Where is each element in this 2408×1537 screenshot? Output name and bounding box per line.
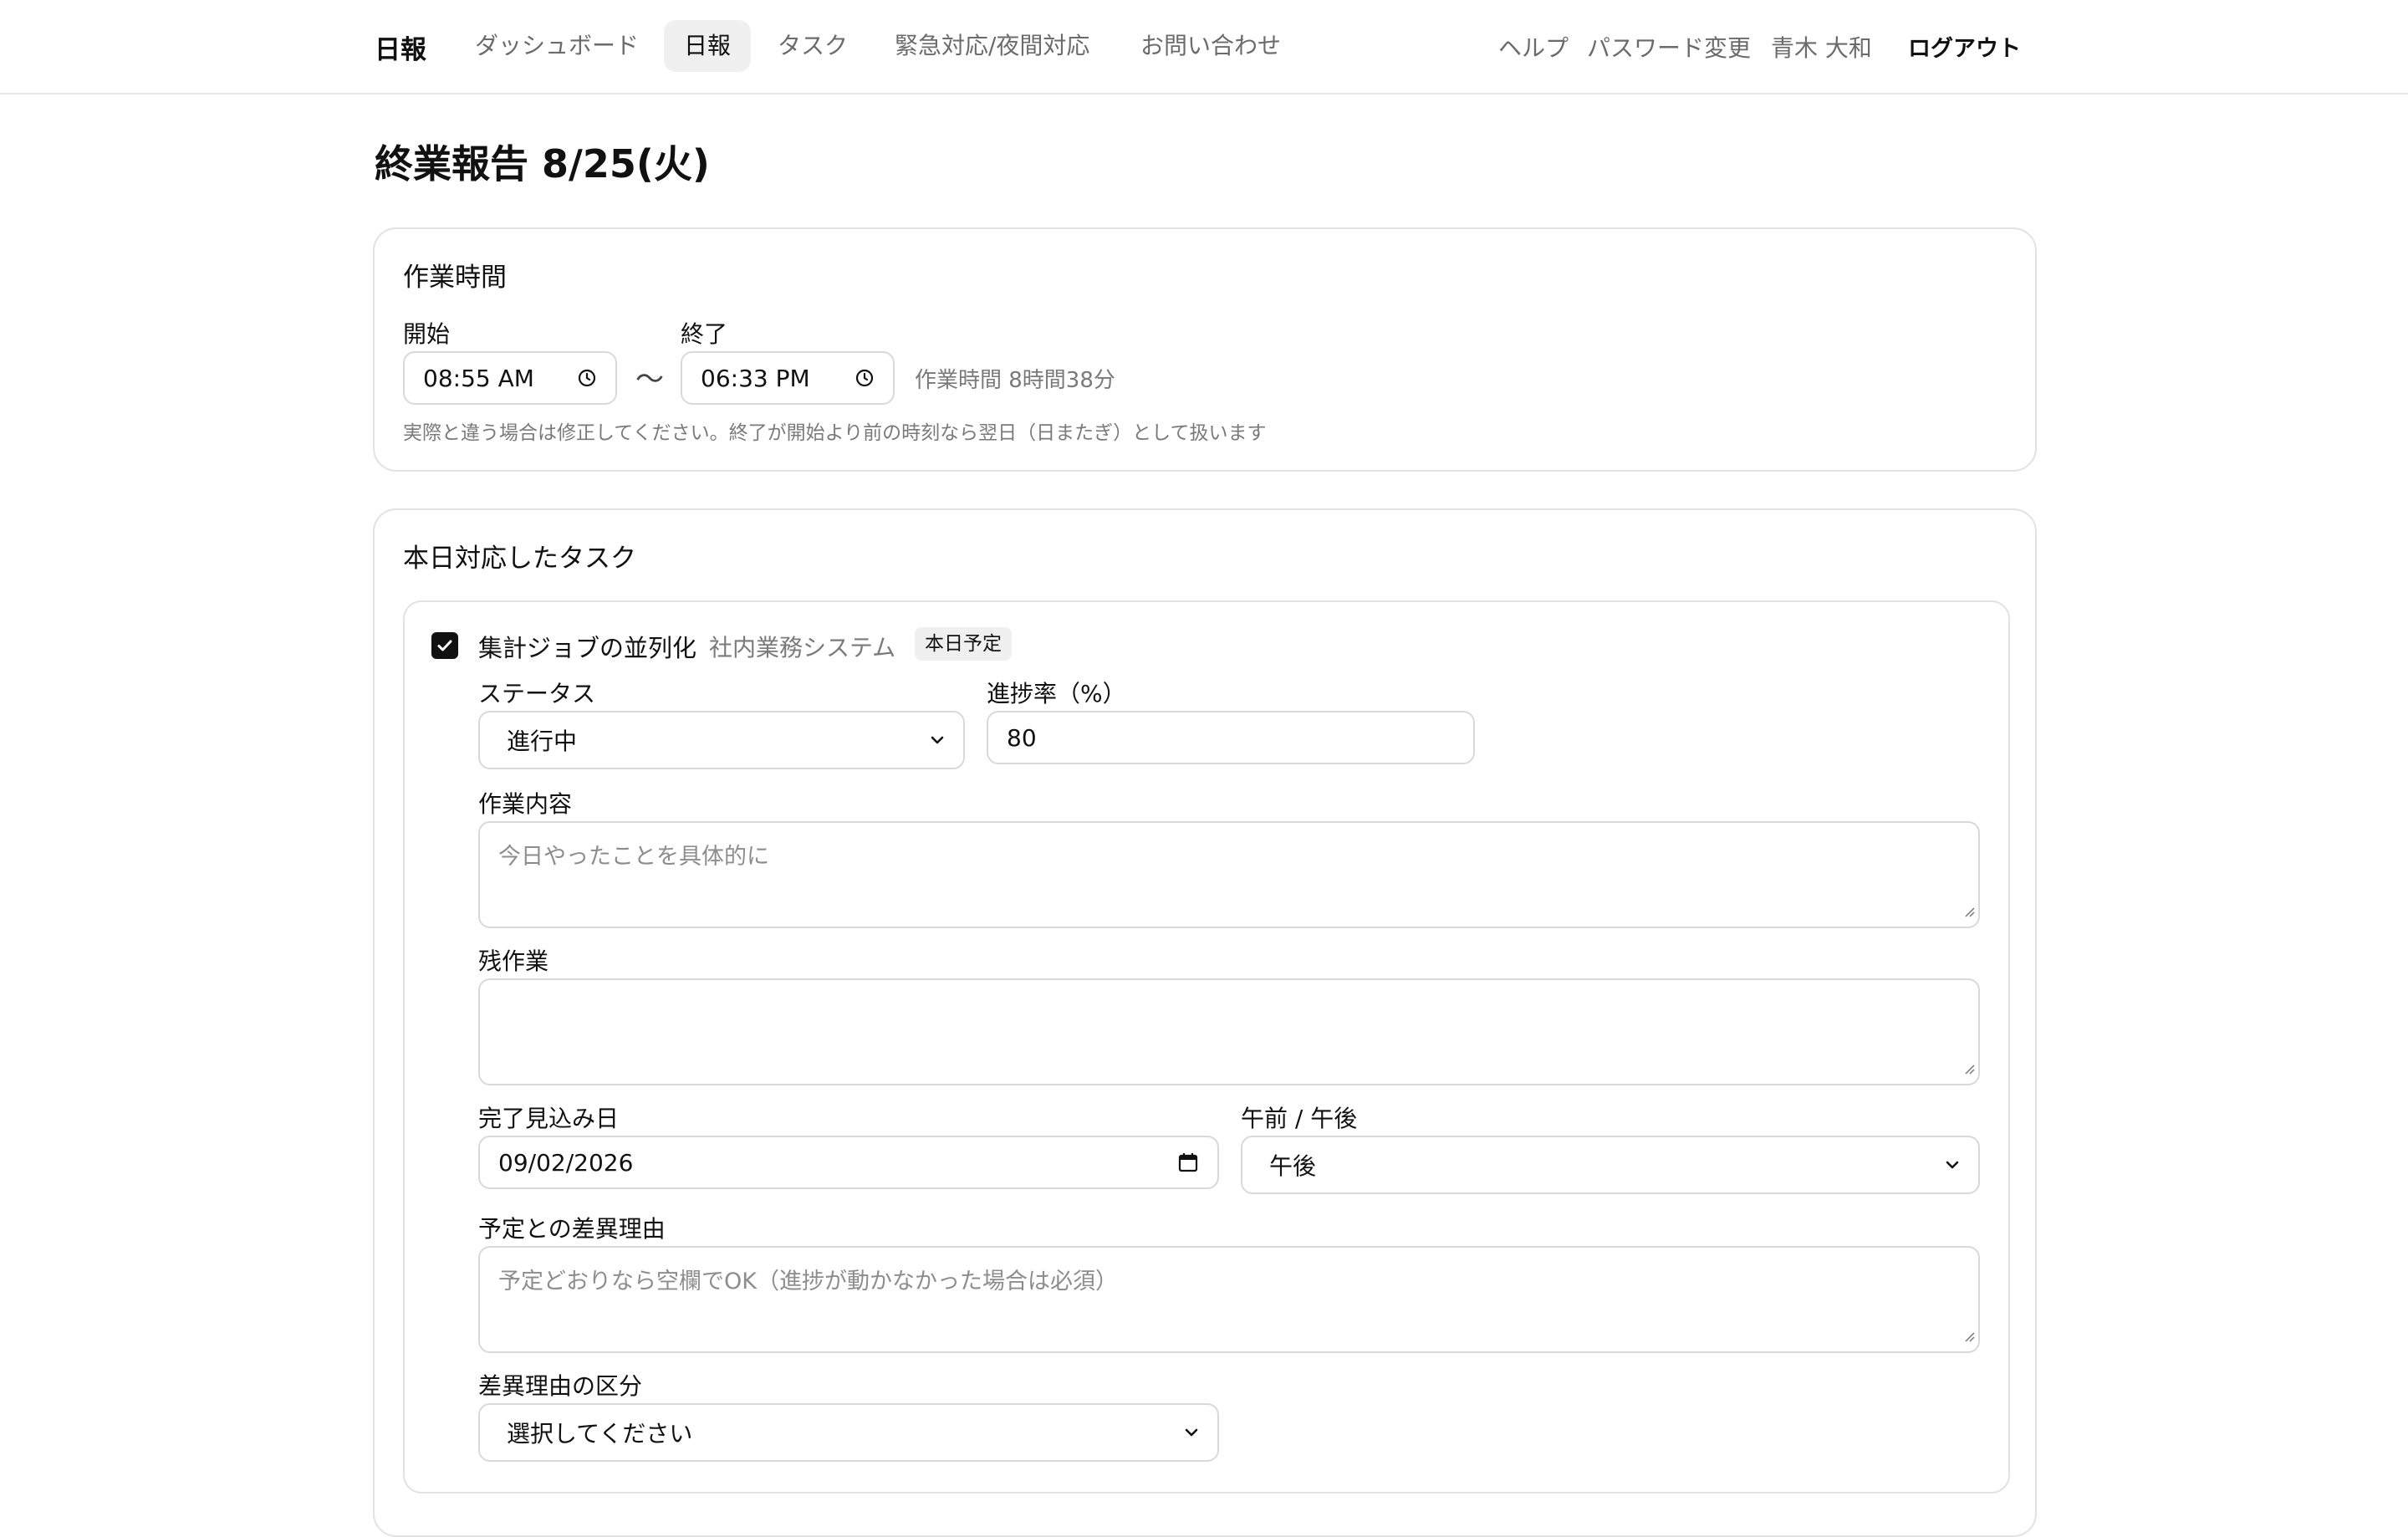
password-change-link[interactable]: パスワード変更 — [1587, 30, 1751, 64]
task-project: 社内業務システム — [709, 634, 896, 661]
logout-button[interactable]: ログアウト — [1908, 30, 2021, 63]
work-time-hint: 実際と違う場合は修正してください。終了が開始より前の時刻なら翌日（日またぎ）とし… — [403, 422, 1267, 444]
scheduled-today-badge: 本日予定 — [915, 627, 1012, 661]
ampm-select[interactable]: 午後 — [1241, 1136, 1980, 1194]
diff-reason-textarea[interactable]: 予定どおりなら空欄でOK（進捗が動かなかった場合は必須） — [478, 1246, 1980, 1353]
remaining-label: 残作業 — [478, 947, 549, 975]
top-nav: 日報 ダッシュボード 日報 タスク 緊急対応/夜間対応 お問い合わせ ヘルプ パ… — [0, 0, 2408, 94]
nav-item-tasks[interactable]: タスク — [758, 20, 868, 72]
task-checkbox[interactable] — [431, 632, 458, 659]
diff-category-label: 差異理由の区分 — [478, 1372, 643, 1400]
end-label: 終了 — [681, 320, 728, 348]
nav-item-contact[interactable]: お問い合わせ — [1120, 20, 1301, 72]
ampm-value: 午後 — [1269, 1152, 1317, 1180]
diff-category-select[interactable]: 選択してください — [478, 1403, 1219, 1462]
calendar-icon[interactable] — [1177, 1151, 1199, 1173]
chevron-down-icon — [928, 731, 946, 749]
diff-reason-placeholder: 予定どおりなら空欄でOK（進捗が動かなかった場合は必須） — [498, 1269, 1118, 1294]
help-link[interactable]: ヘルプ — [1498, 30, 1569, 64]
nav-item-daily-report[interactable]: 日報 — [664, 20, 752, 72]
content-textarea[interactable]: 今日やったことを具体的に — [478, 821, 1980, 928]
start-label: 開始 — [403, 320, 451, 348]
progress-input[interactable]: 80 — [987, 711, 1475, 764]
tasks-title: 本日対応したタスク — [403, 544, 636, 574]
diff-category-value: 選択してください — [507, 1420, 693, 1448]
status-label: ステータス — [478, 680, 596, 707]
content-placeholder: 今日やったことを具体的に — [498, 844, 769, 870]
end-time-input[interactable]: 06:33 PM — [681, 351, 895, 405]
progress-value: 80 — [1007, 723, 1037, 752]
tasks-card: 本日対応したタスク 集計ジョブの並列化 社内業務システム 本日予定 ステータス … — [373, 508, 2037, 1537]
work-time-title: 作業時間 — [403, 263, 507, 293]
start-time-input[interactable]: 08:55 AM — [403, 351, 617, 405]
due-date-label: 完了見込み日 — [478, 1105, 620, 1132]
ampm-label: 午前 / 午後 — [1241, 1105, 1358, 1132]
clock-icon[interactable] — [855, 368, 875, 388]
chevron-down-icon — [1182, 1423, 1201, 1442]
content-label: 作業内容 — [478, 790, 573, 818]
check-icon — [437, 640, 452, 651]
user-name: 青木 大和 — [1771, 34, 1872, 62]
page-title: 終業報告 8/25(火) — [375, 141, 710, 186]
status-select[interactable]: 進行中 — [478, 711, 965, 769]
work-duration: 作業時間 8時間38分 — [915, 368, 1115, 393]
work-time-card: 作業時間 開始 08:55 AM 〜 終了 06:33 PM 作業時間 8時間3… — [373, 227, 2037, 472]
task-name: 集計ジョブの並列化 — [478, 634, 697, 662]
app-brand[interactable]: 日報 — [375, 28, 426, 66]
resize-grip-icon[interactable] — [1963, 897, 1975, 923]
remaining-textarea[interactable] — [478, 978, 1980, 1085]
task-item-card: 集計ジョブの並列化 社内業務システム 本日予定 ステータス 進行中 進捗率（%）… — [403, 600, 2010, 1494]
nav-item-emergency[interactable]: 緊急対応/夜間対応 — [875, 20, 1110, 72]
diff-reason-label: 予定との差異理由 — [478, 1215, 666, 1243]
due-date-input[interactable]: 09/02/2026 — [478, 1136, 1219, 1189]
clock-icon[interactable] — [577, 368, 597, 388]
status-value: 進行中 — [507, 728, 578, 755]
time-separator: 〜 — [635, 363, 664, 396]
due-date-value: 09/02/2026 — [498, 1148, 634, 1177]
chevron-down-icon — [1943, 1156, 1962, 1174]
resize-grip-icon[interactable] — [1963, 1322, 1975, 1348]
resize-grip-icon[interactable] — [1963, 1054, 1975, 1080]
progress-label: 進捗率（%） — [987, 680, 1126, 707]
nav-item-dashboard[interactable]: ダッシュボード — [455, 20, 659, 72]
